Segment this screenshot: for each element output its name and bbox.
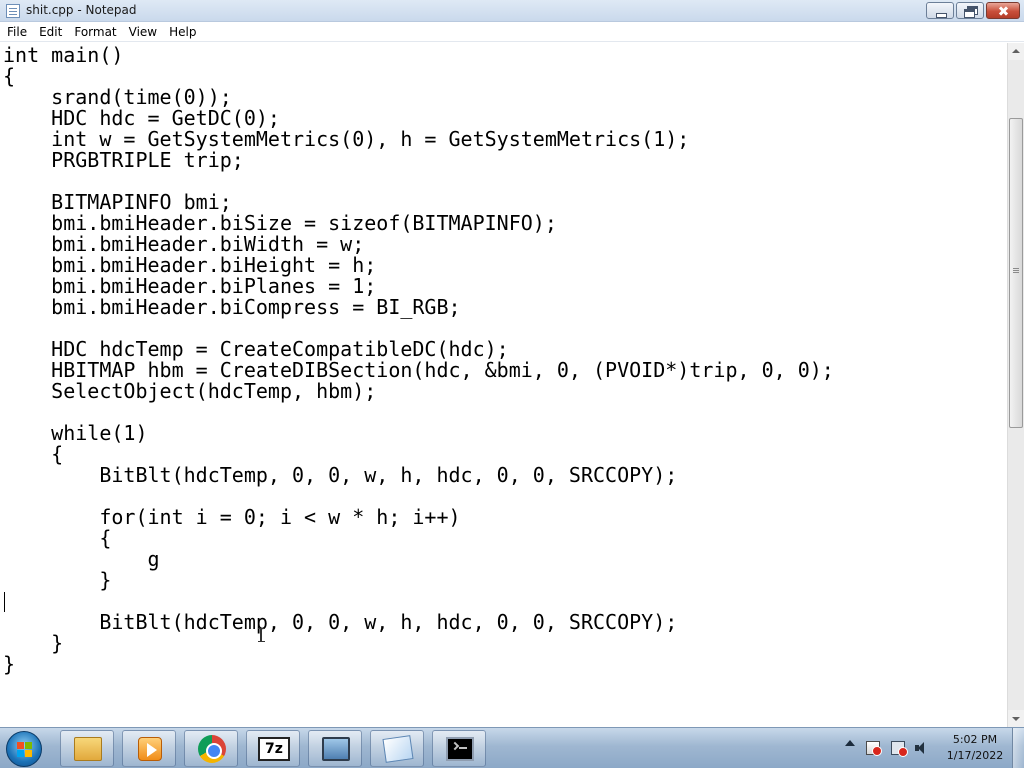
taskbar-cmd-button[interactable] [432, 730, 486, 767]
clock-date: 1/17/2022 [946, 749, 1004, 762]
code-line: int w = GetSystemMetrics(0), h = GetSyst… [3, 127, 690, 151]
code-line: for(int i = 0; i < w * h; i++) [3, 505, 461, 529]
taskbar-media-player-button[interactable] [122, 730, 176, 767]
scroll-up-arrow-icon[interactable] [1008, 43, 1024, 60]
taskbar-notepad-button[interactable] [370, 730, 424, 767]
network-icon[interactable] [891, 741, 908, 757]
menu-bar: File Edit Format View Help [0, 22, 1024, 42]
notepad-app-icon[interactable] [6, 4, 20, 18]
taskbar-chrome-button[interactable] [184, 730, 238, 767]
code-line: bmi.bmiHeader.biWidth = w; [3, 232, 365, 256]
code-line: } [3, 652, 16, 676]
restore-button[interactable] [956, 2, 984, 19]
action-center-icon[interactable] [866, 741, 882, 756]
7zip-icon: 7z [258, 737, 290, 761]
code-line: HDC hdcTemp = CreateCompatibleDC(hdc); [3, 337, 509, 361]
code-line: g [3, 547, 160, 571]
code-line: HBITMAP hbm = CreateDIBSection(hdc, &bmi… [3, 358, 834, 382]
menu-edit[interactable]: Edit [33, 22, 68, 42]
code-line: bmi.bmiHeader.biPlanes = 1; [3, 274, 377, 298]
taskbar-explorer-button[interactable] [60, 730, 114, 767]
code-line: bmi.bmiHeader.biCompress = BI_RGB; [3, 295, 461, 319]
menu-file[interactable]: File [0, 22, 33, 42]
system-clock[interactable]: 5:02 PM 1/17/2022 [940, 732, 1010, 764]
code-line: BitBlt(hdcTemp, 0, 0, w, h, hdc, 0, 0, S… [3, 463, 678, 487]
explorer-icon [74, 737, 102, 761]
show-hidden-icons-icon[interactable] [845, 740, 855, 746]
menu-format[interactable]: Format [68, 22, 122, 42]
clock-time: 5:02 PM [952, 733, 998, 746]
code-line: { [3, 526, 112, 550]
menu-help[interactable]: Help [163, 22, 202, 42]
vertical-scrollbar[interactable] [1007, 43, 1024, 727]
text-caret [4, 592, 5, 612]
code-line: { [3, 64, 16, 88]
show-desktop-button[interactable] [1012, 728, 1024, 768]
code-line: SelectObject(hdcTemp, hbm); [3, 379, 377, 403]
text-editor[interactable]: int main() { srand(time(0)); HDC hdc = G… [0, 43, 1007, 727]
chrome-icon [198, 735, 226, 763]
menu-view[interactable]: View [123, 22, 163, 42]
code-line: { [3, 442, 64, 466]
media-player-icon [138, 737, 162, 761]
taskbar: 7z 5:02 PM 1/17/2022 [0, 727, 1024, 768]
code-line: while(1) [3, 421, 148, 445]
taskbar-monitor-button[interactable] [308, 730, 362, 767]
code-line: bmi.bmiHeader.biHeight = h; [3, 253, 377, 277]
cmd-icon [446, 737, 474, 761]
code-line: BitBlt(hdcTemp, 0, 0, w, h, hdc, 0, 0, S… [3, 610, 678, 634]
code-line: int main() [3, 43, 124, 67]
code-line: bmi.bmiHeader.biSize = sizeof(BITMAPINFO… [3, 211, 557, 235]
minimize-button[interactable] [926, 2, 954, 19]
code-line: HDC hdc = GetDC(0); [3, 106, 280, 130]
scroll-down-arrow-icon[interactable] [1008, 710, 1024, 727]
scroll-thumb[interactable] [1009, 118, 1023, 428]
code-line: } [3, 568, 112, 592]
window-title: shit.cpp - Notepad [26, 3, 137, 17]
monitor-icon [322, 737, 350, 761]
code-line: } [3, 631, 64, 655]
code-line: srand(time(0)); [3, 85, 232, 109]
notepad-icon [382, 735, 414, 763]
taskbar-7zip-button[interactable]: 7z [246, 730, 300, 767]
title-bar[interactable]: shit.cpp - Notepad [0, 0, 1024, 22]
start-button[interactable] [6, 731, 42, 767]
code-line: BITMAPINFO bmi; [3, 190, 232, 214]
volume-icon[interactable] [914, 741, 930, 755]
code-line: PRGBTRIPLE trip; [3, 148, 244, 172]
ibeam-cursor-icon [258, 628, 265, 642]
close-button[interactable] [986, 2, 1020, 19]
